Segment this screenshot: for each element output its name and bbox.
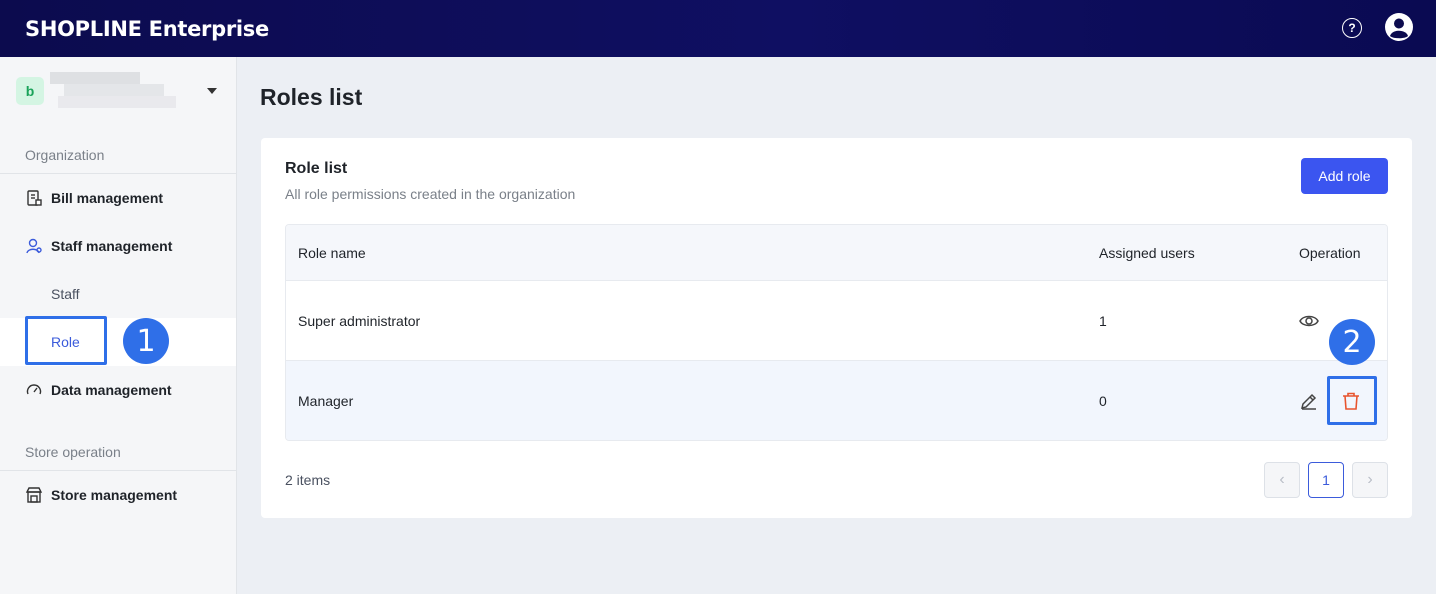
sidebar-item-label: Staff management — [51, 238, 173, 254]
column-header-role-name: Role name — [298, 244, 366, 261]
sidebar-subitem-staff[interactable]: Staff — [0, 270, 236, 318]
sidebar-item-label: Bill management — [51, 190, 164, 206]
card-subtitle: All role permissions created in the orga… — [285, 186, 576, 202]
bill-icon — [27, 190, 42, 206]
highlight-delete — [1327, 376, 1377, 425]
header-actions: ? — [1342, 12, 1414, 42]
org-name-redacted — [50, 72, 176, 112]
step-callout-2: 2 — [1329, 319, 1375, 365]
org-avatar: b — [16, 77, 44, 105]
roles-table: Role name Assigned users Operation Super… — [285, 224, 1388, 441]
shopline-logo[interactable]: SHOPLINE Enterprise — [25, 17, 269, 41]
help-circle-icon[interactable]: ? — [1342, 18, 1362, 38]
pagination-prev-button[interactable]: ‹ — [1264, 462, 1300, 498]
add-role-button[interactable]: Add role — [1301, 158, 1388, 194]
top-header: SHOPLINE Enterprise ? — [0, 0, 1436, 57]
view-icon[interactable] — [1298, 310, 1320, 332]
page-title: Roles list — [260, 84, 363, 110]
pagination-page-1[interactable]: 1 — [1308, 462, 1344, 498]
step-callout-1: 1 — [123, 318, 169, 364]
items-count: 2 items — [285, 472, 331, 488]
table-row: Super administrator 1 — [286, 281, 1387, 361]
pagination-next-button[interactable]: › — [1352, 462, 1388, 498]
organization-switcher[interactable]: b — [16, 72, 221, 108]
highlight-role — [25, 316, 107, 365]
divider — [0, 173, 236, 174]
assigned-users-cell: 1 — [1099, 312, 1107, 329]
divider — [0, 470, 236, 471]
column-header-operation: Operation — [1299, 244, 1361, 261]
table-header: Role name Assigned users Operation — [286, 225, 1387, 281]
table-row: Manager 0 — [286, 361, 1387, 440]
assigned-users-cell: 0 — [1099, 393, 1107, 409]
sidebar-item-staff-management[interactable]: Staff management — [0, 226, 236, 266]
edit-icon[interactable] — [1298, 390, 1320, 412]
card-title: Role list — [285, 160, 348, 177]
gauge-icon — [26, 384, 42, 395]
staff-icon — [26, 238, 42, 254]
section-label-store-operation: Store operation — [25, 444, 121, 460]
sidebar-item-store-management[interactable]: Store management — [0, 475, 236, 515]
column-header-assigned-users: Assigned users — [1099, 244, 1195, 261]
sidebar-item-label: Store management — [51, 487, 178, 503]
sidebar-item-data-management[interactable]: Data management — [0, 370, 236, 410]
sidebar-item-bill-management[interactable]: Bill management — [0, 178, 236, 218]
user-avatar-icon[interactable] — [1384, 12, 1414, 42]
store-icon — [25, 487, 43, 503]
role-name-cell: Manager — [298, 393, 354, 409]
role-list-card: Role list All role permissions created i… — [261, 138, 1412, 518]
role-name-cell: Super administrator — [298, 312, 421, 329]
section-label-organization: Organization — [25, 147, 105, 163]
sidebar-item-label: Data management — [51, 382, 172, 398]
chevron-down-icon[interactable] — [207, 88, 217, 94]
